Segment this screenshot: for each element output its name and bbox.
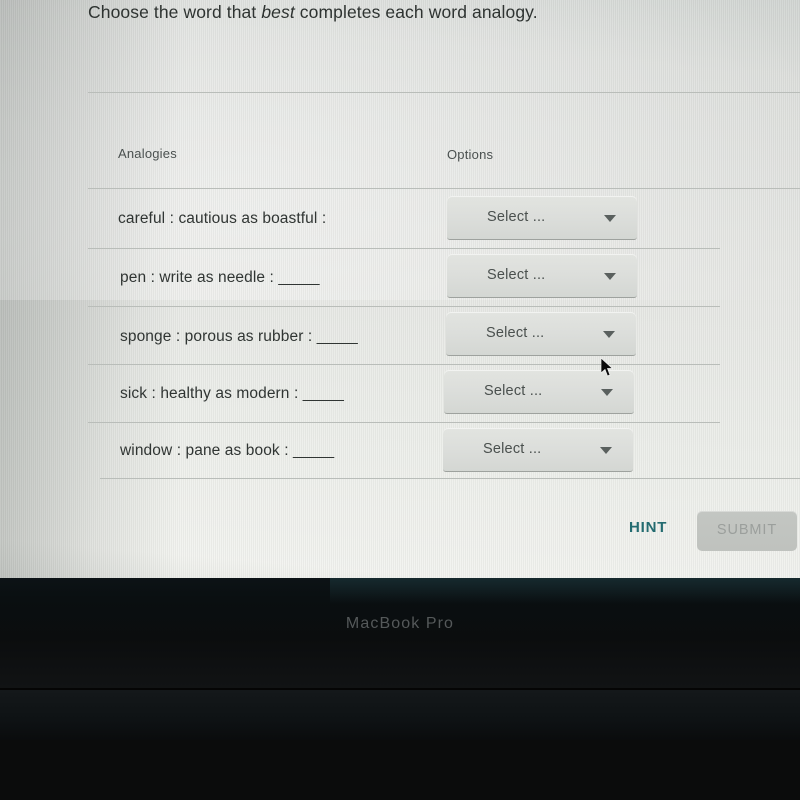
analogy-text: careful : cautious as boastful :: [118, 210, 327, 227]
prompt-text-after: completes each word analogy.: [294, 2, 538, 22]
select-value: Select ...: [483, 441, 542, 457]
prompt-text-before: Choose the word that: [88, 2, 262, 22]
analogy-text: pen : write as needle :: [120, 269, 274, 286]
page-title: Choose the word that best completes each…: [88, 2, 538, 23]
divider-row-4: [88, 422, 720, 423]
macbook-pro-label: MacBook Pro: [345, 615, 455, 632]
column-header-options: Options: [447, 147, 494, 162]
bezel-sheen: [330, 578, 800, 604]
hint-button[interactable]: HINT: [629, 519, 667, 536]
select-dropdown-2[interactable]: Select ...: [447, 254, 637, 298]
table-row: careful : cautious as boastful :: [118, 210, 326, 228]
table-row: window : pane as book : _____: [120, 442, 334, 460]
analogy-text: sponge : porous as rubber :: [120, 328, 313, 345]
divider-row-1: [88, 248, 720, 249]
arrow-cursor: [601, 358, 614, 377]
keyboard-row: # 3 $ 4 % 5 ^ 6 & 7 * 8 ( 9 ) 0: [0, 740, 800, 800]
table-row: sponge : porous as rubber : _____: [120, 328, 358, 346]
submit-button[interactable]: SUBMIT: [697, 511, 797, 551]
analogy-blank: _____: [278, 269, 319, 286]
touch-bar[interactable]: [0, 690, 800, 740]
chevron-down-icon: [604, 215, 616, 222]
analogy-blank: _____: [316, 328, 358, 345]
chevron-down-icon: [600, 447, 612, 454]
quiz-page: Choose the word that best completes each…: [0, 0, 800, 578]
analogy-text: window : pane as book :: [120, 442, 289, 459]
select-value: Select ...: [487, 267, 546, 283]
divider-row-5: [100, 478, 800, 479]
select-dropdown-1[interactable]: Select ...: [447, 196, 637, 240]
select-dropdown-3[interactable]: Select ...: [446, 312, 636, 356]
divider-row-3: [88, 364, 720, 365]
table-row: sick : healthy as modern : _____: [120, 385, 344, 403]
analogy-text: sick : healthy as modern :: [120, 385, 299, 402]
laptop-screen: Choose the word that best completes each…: [0, 0, 800, 578]
chevron-down-icon: [603, 331, 615, 338]
prompt-emphasis: best: [261, 2, 295, 22]
chevron-down-icon: [604, 273, 616, 280]
select-value: Select ...: [484, 383, 543, 399]
analogy-blank: _____: [302, 385, 344, 402]
submit-button-label: SUBMIT: [716, 522, 778, 538]
photograph-of-laptop: Choose the word that best completes each…: [0, 0, 800, 800]
select-value: Select ...: [486, 325, 545, 341]
analogy-blank: _____: [293, 442, 334, 459]
chevron-down-icon: [601, 389, 613, 396]
column-header-analogies: Analogies: [118, 146, 177, 161]
select-value: Select ...: [487, 209, 546, 225]
divider-header: [88, 188, 800, 189]
table-row: pen : write as needle : _____: [120, 269, 319, 287]
divider-top: [88, 92, 800, 93]
divider-row-2: [88, 306, 720, 307]
select-dropdown-5[interactable]: Select ...: [443, 428, 633, 472]
